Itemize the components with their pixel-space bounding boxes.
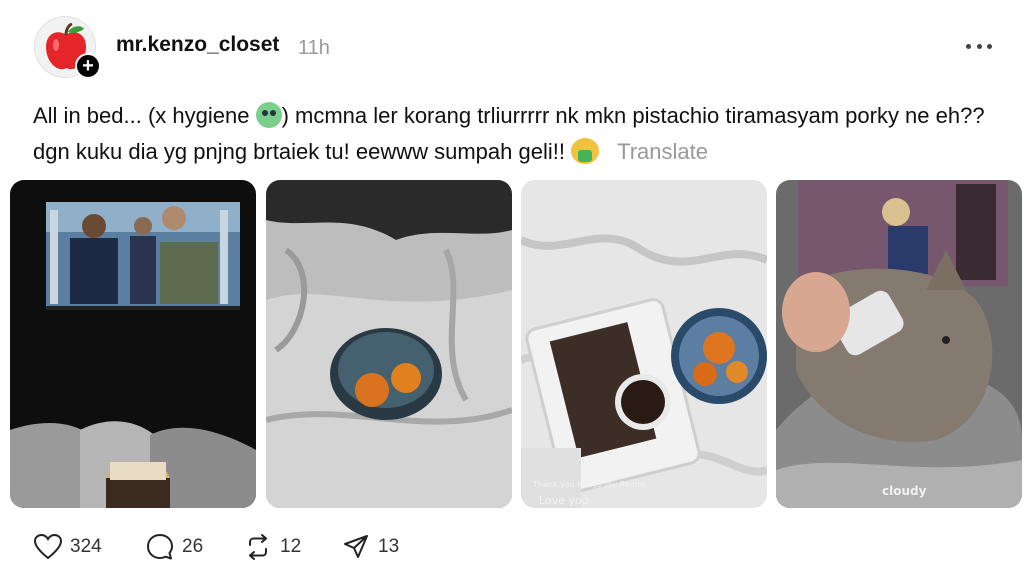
repost-button[interactable]: 12 <box>244 532 301 562</box>
media-gallery[interactable]: Thank you Boeys @u.flemm Love you cloudy <box>10 180 1022 508</box>
post-timestamp: 11h <box>298 37 330 59</box>
sick-face-emoji-icon <box>255 102 282 128</box>
reply-button[interactable]: 26 <box>146 532 203 562</box>
share-button[interactable]: 13 <box>342 532 399 562</box>
photo3-love-text: Love you <box>539 494 589 507</box>
reply-count: 26 <box>182 536 204 557</box>
comment-bubble-icon <box>147 534 173 560</box>
follow-plus-icon[interactable]: + <box>75 53 101 79</box>
more-options-icon[interactable] <box>966 36 992 56</box>
photo-tv-in-bed[interactable] <box>10 180 256 508</box>
username[interactable]: mr.kenzo_closet <box>116 33 279 57</box>
post-caption: All in bed... (x hygiene ) mcmna ler kor… <box>33 98 993 170</box>
like-count: 324 <box>70 536 102 557</box>
caption-text-1: All in bed... (x hygiene <box>33 103 256 128</box>
send-paper-plane-icon <box>344 535 368 558</box>
avatar[interactable]: + <box>34 16 101 79</box>
vomiting-face-emoji-icon <box>571 138 600 164</box>
photo3-thanks-text: Thank you Boeys @u.flemm <box>533 480 646 489</box>
photo-cat-brushed[interactable]: cloudy <box>776 180 1022 508</box>
like-button[interactable]: 324 <box>34 532 102 562</box>
photo4-watermark: cloudy <box>882 484 927 498</box>
share-count: 13 <box>378 536 400 557</box>
photo-dessert-tray[interactable]: Thank you Boeys @u.flemm Love you <box>521 180 767 508</box>
post-header: + mr.kenzo_closet 11h <box>30 16 994 80</box>
photo-oranges-on-bed[interactable] <box>266 180 512 508</box>
translate-link[interactable]: Translate <box>617 139 708 164</box>
repost-icon <box>249 534 267 560</box>
heart-icon <box>34 534 62 560</box>
repost-count: 12 <box>280 536 302 557</box>
